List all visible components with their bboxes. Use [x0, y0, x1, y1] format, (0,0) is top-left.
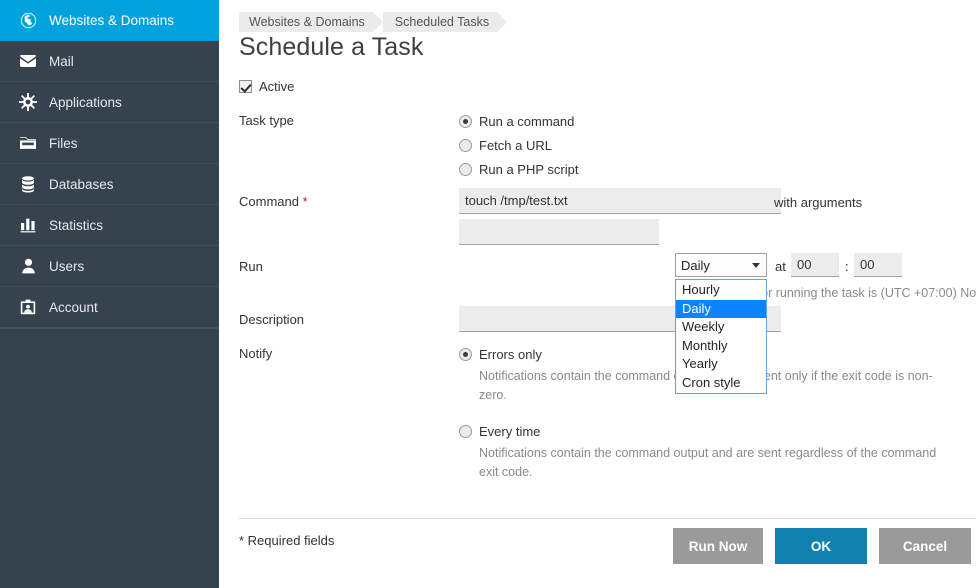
sidebar-item-websites-domains[interactable]: Websites & Domains [0, 0, 219, 41]
sidebar-item-mail[interactable]: Mail [0, 41, 219, 82]
required-fields-note: * Required fields [239, 533, 334, 548]
sidebar-item-label: Files [49, 136, 78, 151]
envelope-icon [17, 50, 39, 72]
run-frequency-option-daily[interactable]: Daily [676, 300, 766, 319]
task-type-option-label: Run a command [479, 114, 574, 129]
sidebar-item-label: Websites & Domains [49, 13, 174, 28]
breadcrumb-item-websites-domains[interactable]: Websites & Domains [239, 12, 373, 32]
command-arguments-input[interactable] [459, 219, 659, 245]
plesk-schedule-task-page: Websites & Domains Mail [0, 0, 976, 588]
task-type-options: Run a command Fetch a URL Run a PHP scri… [459, 112, 578, 178]
breadcrumb-label: Websites & Domains [249, 15, 365, 29]
breadcrumb-label: Scheduled Tasks [395, 15, 489, 29]
active-checkbox-row[interactable]: Active [239, 79, 294, 94]
run-hour-input[interactable] [791, 253, 839, 277]
run-frequency-option-cron-style[interactable]: Cron style [676, 374, 766, 393]
notify-option-label: Every time [479, 424, 540, 439]
with-arguments-label: with arguments [774, 195, 862, 210]
sidebar-item-users[interactable]: Users [0, 246, 219, 287]
sidebar-item-label: Account [49, 300, 98, 315]
user-icon [17, 255, 39, 277]
radio-button[interactable] [459, 163, 472, 176]
run-frequency-select[interactable]: Daily [675, 253, 767, 277]
time-separator: : [845, 259, 849, 274]
notify-label: Notify [239, 346, 439, 361]
sidebar-divider [0, 328, 219, 329]
sidebar-item-files[interactable]: Files [0, 123, 219, 164]
task-type-label: Task type [239, 113, 439, 128]
run-frequency-selected-value: Daily [681, 258, 710, 273]
task-type-option-run-a-php-script[interactable]: Run a PHP script [459, 160, 578, 178]
sidebar-item-account[interactable]: Account [0, 287, 219, 328]
task-type-option-fetch-a-url[interactable]: Fetch a URL [459, 136, 578, 154]
sidebar-item-label: Users [49, 259, 84, 274]
database-icon [17, 173, 39, 195]
sidebar-item-label: Mail [49, 54, 74, 69]
task-type-option-label: Fetch a URL [479, 138, 552, 153]
run-frequency-option-hourly[interactable]: Hourly [676, 281, 766, 300]
sidebar-item-statistics[interactable]: Statistics [0, 205, 219, 246]
sidebar-item-label: Statistics [49, 218, 103, 233]
bar-chart-icon [17, 214, 39, 236]
notify-option-description: Notifications contain the command output… [479, 444, 959, 482]
sidebar-item-label: Databases [49, 177, 114, 192]
radio-button[interactable] [459, 348, 472, 361]
breadcrumb-item-scheduled-tasks[interactable]: Scheduled Tasks [383, 12, 497, 32]
command-input[interactable] [459, 188, 781, 214]
notify-option-every-time[interactable]: Every time [459, 422, 959, 440]
globe-icon [17, 9, 39, 31]
sidebar-item-label: Applications [49, 95, 122, 110]
run-frequency-option-monthly[interactable]: Monthly [676, 337, 766, 356]
main-content: Websites & Domains Scheduled Tasks Sched… [219, 0, 976, 588]
required-marker: * [303, 194, 308, 209]
run-now-button[interactable]: Run Now [673, 528, 763, 564]
sidebar: Websites & Domains Mail [0, 0, 219, 588]
ok-button[interactable]: OK [775, 528, 867, 564]
sidebar-item-applications[interactable]: Applications [0, 82, 219, 123]
sidebar-item-databases[interactable]: Databases [0, 164, 219, 205]
radio-button[interactable] [459, 425, 472, 438]
task-type-option-run-a-command[interactable]: Run a command [459, 112, 578, 130]
radio-button[interactable] [459, 115, 472, 128]
task-type-option-label: Run a PHP script [479, 162, 578, 177]
gear-icon [17, 91, 39, 113]
page-title: Schedule a Task [239, 33, 424, 62]
active-checkbox[interactable] [239, 80, 252, 93]
run-at-label: at [775, 259, 786, 274]
command-label: Command * [239, 194, 439, 209]
footer-divider [239, 518, 976, 519]
folder-icon [17, 132, 39, 154]
notify-option-label: Errors only [479, 347, 542, 362]
command-label-text: Command [239, 194, 299, 209]
radio-button[interactable] [459, 139, 472, 152]
id-card-icon [17, 296, 39, 318]
chevron-down-icon[interactable] [752, 263, 760, 268]
active-checkbox-label: Active [259, 79, 294, 94]
run-frequency-option-yearly[interactable]: Yearly [676, 355, 766, 374]
run-label: Run [239, 259, 439, 274]
run-frequency-dropdown[interactable]: Hourly Daily Weekly Monthly Yearly Cron … [675, 279, 767, 394]
cancel-button[interactable]: Cancel [879, 528, 971, 564]
run-frequency-option-weekly[interactable]: Weekly [676, 318, 766, 337]
breadcrumb: Websites & Domains Scheduled Tasks [239, 12, 507, 32]
description-label: Description [239, 312, 439, 327]
run-minute-input[interactable] [854, 253, 902, 277]
